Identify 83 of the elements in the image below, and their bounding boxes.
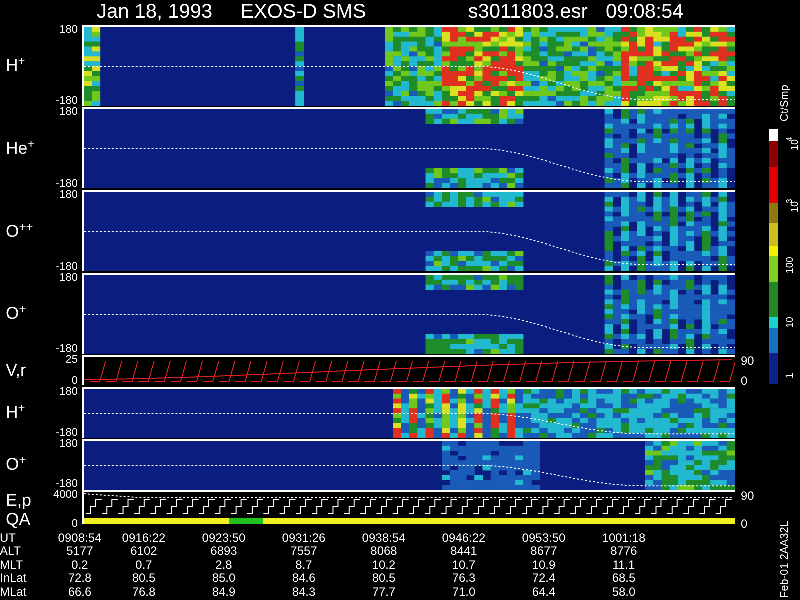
table-cell-text: 0.7 [134,558,154,572]
table-cell-text: 8776 [610,545,638,559]
axis-label: 180 [60,190,78,201]
table-cell-text: 7557 [290,545,318,559]
axis-label: -180 [56,479,78,490]
time-label: 09:08:54 [606,2,684,22]
table-cell-text: 71.0 [451,586,477,600]
scale-label: 100 [786,256,797,274]
species-label: O$^{++}$ [6,222,34,242]
file-name: s3011803.esr [468,2,588,22]
table-cell-text: 8068 [370,545,398,559]
species-label: H$^{+}$ [6,403,26,423]
table-cell-text: 0923:50 [201,532,247,546]
axis-label: 90 [741,355,756,368]
species-label: H$^{+}$ [6,56,26,76]
table-cell-text: 8677 [530,545,558,559]
scale-label: 10 [786,317,797,329]
axis-label: -180 [56,178,78,190]
table-cell-text: 6102 [130,545,158,559]
table-cell-text: 84.6 [291,572,317,586]
species-label: He$^{+}$ [6,138,36,158]
axis-label: 180 [60,107,78,118]
axis-label: 0 [741,375,749,388]
table-cell-text: 8.7 [294,558,314,572]
table-cell-text: 0.2 [70,558,90,572]
axis-label: 4000 [54,490,78,502]
table-cell-text: 0953:50 [521,532,567,546]
axis-label: 180 [60,438,78,450]
axis-label: -180 [56,96,78,108]
table-cell-text: 84.3 [291,586,317,600]
table-cell-text: 0908:54 [57,532,103,546]
table-cell-text: 2.8 [214,558,234,572]
table-cell-text: 64.4 [531,586,557,600]
axis-label: 180 [60,387,78,398]
table-cell-text: 6893 [210,545,238,559]
axis-label: -180 [56,428,78,439]
row-label: ALT [0,545,22,559]
table-cell-text: 0938:54 [361,532,407,546]
species-label: O$^{+}$ [6,304,28,324]
table-cell-text: 0931:26 [281,532,327,546]
species-label: O$^{+}$ [6,454,28,474]
quality-label: QA [6,510,32,530]
axis-label: -180 [56,262,78,273]
row-label: MLat [0,586,28,600]
table-cell-text: 11.1 [612,558,636,572]
species-label: E,p [6,490,33,510]
table-cell-text: 72.8 [67,572,93,586]
axis-label: 0 [741,518,749,530]
table-cell-text: 85.0 [211,572,237,586]
table-cell-text: 5177 [66,545,94,559]
table-cell-text: 66.6 [67,586,93,600]
instrument-title: EXOS-D SMS [240,2,366,22]
scale-label: 1 [786,372,797,378]
axis-label: 180 [60,24,78,36]
plot-date: Jan 18, 1993 [97,2,213,22]
axis-label: 90 [741,490,756,502]
table-cell-text: 10.9 [531,558,557,572]
table-cell-text: 1001:18 [601,532,647,546]
axis-label: 0 [72,376,78,388]
table-cell-text: 76.8 [131,586,157,600]
table-cell-text: 80.5 [131,572,157,586]
table-cell-text: 76.3 [451,572,477,586]
species-label: V,r [6,361,28,381]
footer-code: Feb-01 2AA32L [780,520,790,598]
table-cell-text: 72.4 [531,572,557,586]
table-cell-text: 10.2 [371,558,397,572]
table-cell-text: 0916:22 [121,532,167,546]
row-label: InLat [0,572,28,586]
table-cell-text: 84.9 [211,586,237,600]
axis-label: 0 [72,518,78,530]
table-cell-text: 8441 [450,545,478,559]
table-cell-text: 0946:22 [441,532,487,546]
row-label: MLT [0,558,24,572]
row-label: UT [0,532,17,546]
table-cell-text: 77.7 [371,586,397,600]
table-cell-text: 10.7 [451,558,477,572]
axis-label: 25 [66,355,78,366]
table-cell-text: 58.0 [611,586,637,600]
axis-label: 180 [60,272,78,284]
table-cell-text: 80.5 [371,572,397,586]
axis-label: -180 [56,344,78,356]
table-cell-text: 68.5 [611,572,637,586]
unit-label: Ct/Smp [780,84,790,122]
